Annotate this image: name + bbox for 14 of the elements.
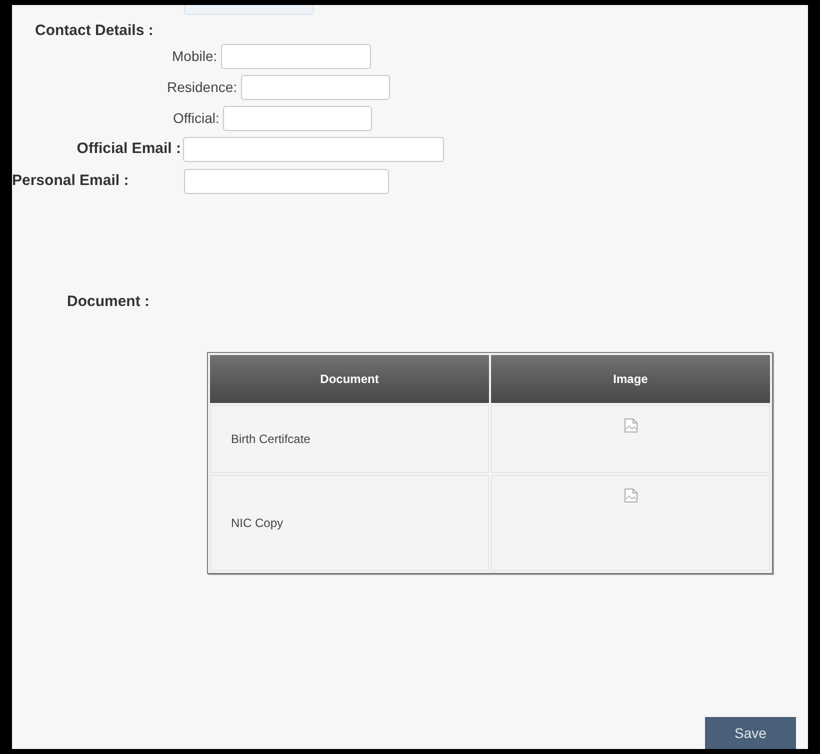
column-header: Image [491, 354, 770, 402]
field-label: Official Email : [76, 139, 182, 160]
field-label: Mobile: [172, 47, 218, 66]
section-label: Contact Details : [35, 22, 154, 40]
save-button[interactable]: Save [705, 717, 796, 749]
column-header: Document [210, 354, 489, 402]
section-label: Document : [67, 292, 150, 312]
image-placeholder-icon[interactable] [624, 488, 638, 502]
field-label: Personal Email : [12, 171, 130, 192]
image-placeholder-icon[interactable] [624, 418, 638, 432]
field-label: Residence: [167, 78, 238, 97]
field-label: Official: [173, 109, 220, 128]
table-cell: Birth Certifcate [210, 404, 489, 472]
table-cell: NIC Copy [210, 474, 489, 570]
